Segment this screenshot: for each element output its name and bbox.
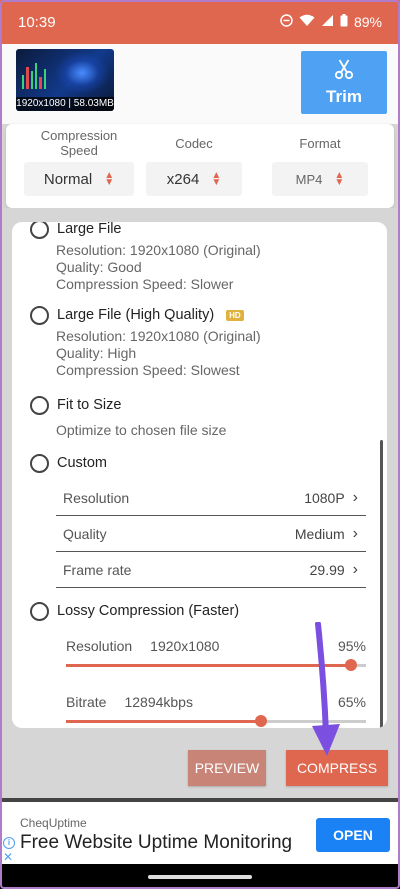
custom-resolution-row[interactable]: Resolution 1080P › <box>56 480 366 516</box>
status-bar: 10:39 89% <box>0 0 400 44</box>
fit-to-size-title: Fit to Size <box>57 397 122 413</box>
lossy-bitrate-value: 12894kbps <box>124 694 193 710</box>
up-down-arrows-icon: ▲ ▼ <box>104 170 115 188</box>
custom-quality-value: Medium <box>294 525 345 542</box>
wifi-icon <box>299 14 315 30</box>
ad-banner[interactable]: i ✕ CheqUptime Free Website Uptime Monit… <box>0 802 400 864</box>
option-large-file[interactable]: Large File Resolution: 1920x1080 (Origin… <box>30 222 261 293</box>
codec-setting: Codec x264 ▲ ▼ <box>146 124 242 196</box>
video-info: 1920x1080 | 58.03MB <box>16 97 114 111</box>
status-icons: 89% <box>280 14 382 30</box>
lossy-resolution-label: Resolution <box>66 638 133 654</box>
do-not-disturb-icon <box>280 14 293 30</box>
large-file-hq-quality: Quality: High <box>56 345 137 361</box>
signal-icon <box>321 14 334 30</box>
status-time: 10:39 <box>18 13 56 31</box>
large-file-hq-radio[interactable] <box>30 305 49 325</box>
ad-sponsor: CheqUptime <box>20 816 87 830</box>
large-file-resolution: Resolution: 1920x1080 (Original) <box>56 242 261 258</box>
lossy-bitrate-label: Bitrate <box>66 694 107 710</box>
battery-percent: 89% <box>353 14 382 30</box>
custom-title: Custom <box>57 455 107 471</box>
bitrate-slider-handle[interactable] <box>255 715 267 727</box>
option-lossy[interactable]: Lossy Compression (Faster) <box>30 600 239 622</box>
large-file-details: Resolution: 1920x1080 (Original) Quality… <box>56 242 261 293</box>
chevron-right-icon: › <box>352 560 358 578</box>
fit-to-size-desc: Optimize to chosen file size <box>56 422 227 438</box>
annotation-arrow-icon <box>312 622 340 756</box>
hd-badge: HD <box>226 309 244 321</box>
lossy-radio[interactable] <box>30 601 49 621</box>
up-down-arrows-icon: ▲ ▼ <box>211 170 222 188</box>
format-label: Format <box>299 135 341 151</box>
ad-info-icon[interactable]: i <box>3 837 15 849</box>
large-file-hq-details: Resolution: 1920x1080 (Original) Quality… <box>56 328 261 379</box>
custom-quality-label: Quality <box>63 525 107 542</box>
custom-frame-rate-value: 29.99 <box>309 561 345 578</box>
format-setting: Format MP4 ▲ ▼ <box>272 124 368 196</box>
chevron-right-icon: › <box>352 488 358 506</box>
trim-button[interactable]: Trim <box>301 51 387 114</box>
large-file-hq-resolution: Resolution: 1920x1080 (Original) <box>56 328 261 344</box>
format-value: MP4 <box>295 171 323 187</box>
video-thumbnail[interactable]: 1920x1080 | 58.03MB <box>16 49 114 111</box>
preview-button[interactable]: PREVIEW <box>188 750 266 786</box>
fit-to-size-radio[interactable] <box>30 395 49 415</box>
ad-close-icon[interactable]: ✕ <box>3 851 13 863</box>
ad-headline: Free Website Uptime Monitoring <box>20 832 293 853</box>
option-custom[interactable]: Custom <box>30 452 107 474</box>
compression-speed-value: Normal <box>43 170 93 188</box>
custom-resolution-value: 1080P <box>304 489 345 506</box>
custom-resolution-label: Resolution <box>63 489 130 506</box>
options-scrollbar[interactable] <box>380 440 383 728</box>
lossy-resolution-value: 1920x1080 <box>150 638 220 654</box>
large-file-title: Large File <box>57 222 122 237</box>
custom-frame-rate-row[interactable]: Frame rate 29.99 › <box>56 552 366 588</box>
compression-speed-setting: Compression Speed Normal ▲ ▼ <box>24 124 134 196</box>
compression-speed-select[interactable]: Normal ▲ ▼ <box>24 162 134 196</box>
custom-quality-row[interactable]: Quality Medium › <box>56 516 366 552</box>
large-file-hq-speed: Compression Speed: Slowest <box>56 362 240 378</box>
large-file-quality: Quality: Good <box>56 259 142 275</box>
up-down-arrows-icon: ▲ ▼ <box>334 170 345 188</box>
large-file-radio[interactable] <box>30 222 49 239</box>
ad-open-button[interactable]: OPEN <box>316 818 390 852</box>
large-file-hq-title: Large File (High Quality) <box>57 307 215 323</box>
large-file-speed: Compression Speed: Slower <box>56 276 234 292</box>
encoding-settings: Compression Speed Normal ▲ ▼ Codec x264 ▲… <box>6 124 394 208</box>
trim-label: Trim <box>326 87 362 106</box>
format-select[interactable]: MP4 ▲ ▼ <box>272 162 368 196</box>
home-gesture-handle[interactable] <box>148 875 252 879</box>
option-fit-to-size[interactable]: Fit to Size Optimize to chosen file size <box>30 394 226 439</box>
thumbnail-graphic <box>22 63 46 89</box>
bitrate-fill <box>66 720 261 723</box>
codec-label: Codec <box>175 135 213 151</box>
custom-radio[interactable] <box>30 453 49 473</box>
thumbnail-glow <box>56 53 108 93</box>
video-header: 1920x1080 | 58.03MB Trim <box>0 44 400 124</box>
chevron-right-icon: › <box>352 524 358 542</box>
lossy-title: Lossy Compression (Faster) <box>57 603 240 619</box>
codec-select[interactable]: x264 ▲ ▼ <box>146 162 242 196</box>
option-large-file-hq[interactable]: Large File (High Quality) HD Resolution:… <box>30 304 261 379</box>
custom-frame-rate-label: Frame rate <box>63 561 132 578</box>
scissors-icon <box>333 58 355 85</box>
battery-icon <box>340 14 348 30</box>
compression-speed-label: Compression Speed <box>40 128 118 158</box>
codec-value: x264 <box>166 170 200 188</box>
system-nav-bar <box>0 864 400 889</box>
